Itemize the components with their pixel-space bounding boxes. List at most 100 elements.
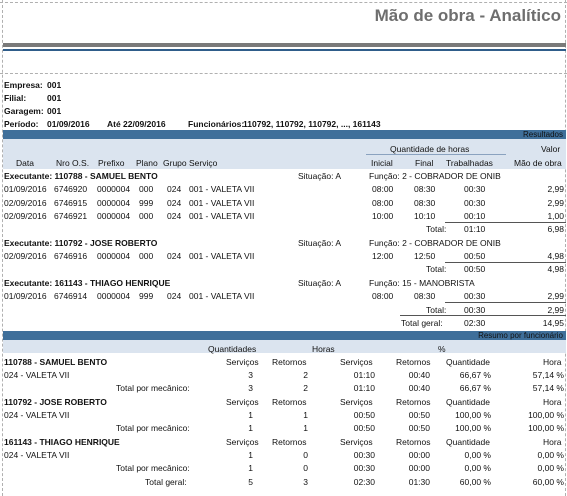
- cell-servicos: 3: [248, 370, 253, 380]
- cell-inicial: 08:00: [372, 291, 394, 301]
- empresa-value: 001: [47, 80, 62, 90]
- col-quantidade: Quantidade: [446, 397, 490, 407]
- cell-horas-retornos: 00:40: [408, 383, 430, 393]
- cell-servicos: 1: [248, 423, 253, 433]
- cell-pct-hora: 100,00 %: [528, 423, 564, 433]
- col-trabalhadas: Trabalhadas: [446, 158, 493, 168]
- cell-valor: 2,99: [547, 198, 564, 208]
- group-qh-underline: [366, 154, 506, 155]
- filial-value: 001: [47, 93, 62, 103]
- cell-valor: 4,98: [547, 251, 564, 261]
- cell-horas-servicos: 02:30: [353, 477, 375, 487]
- group-percentual: %: [438, 344, 446, 354]
- cell-grupo: 024: [167, 211, 182, 221]
- cell-horas-retornos: 00:00: [408, 450, 430, 460]
- subtotal-valor: 6,98: [547, 224, 564, 234]
- cell-horas-retornos: 00:50: [408, 423, 430, 433]
- col-servicos-horas: Serviços: [340, 437, 373, 447]
- subtotal-rule: [445, 302, 566, 303]
- funcionarios-value: 110792, 110792, 110792, ..., 161143: [243, 119, 381, 129]
- cell-os: 6746916: [54, 251, 88, 261]
- cell-servicos: 1: [248, 410, 253, 420]
- subtotal-valor: 2,99: [547, 305, 564, 315]
- page-guide-right: [565, 0, 566, 496]
- cell-trabalhadas: 00:30: [464, 184, 486, 194]
- cell-retornos: 1: [303, 423, 308, 433]
- col-prefixo: Prefixo: [98, 158, 125, 168]
- col-retornos: Retornos: [272, 437, 307, 447]
- cell-os: 6746921: [54, 211, 88, 221]
- cell-servicos: 1: [248, 463, 253, 473]
- cell-prefixo: 0000004: [97, 211, 131, 221]
- cell-retornos: 1: [303, 410, 308, 420]
- cell-pct-hora: 60,00 %: [532, 477, 564, 487]
- executante-label: Executante: 110788 - SAMUEL BENTO: [4, 171, 158, 181]
- resumo-nome: 110788 - SAMUEL BENTO: [4, 357, 108, 367]
- col-data: Data: [16, 158, 34, 168]
- cell-inicial: 08:00: [372, 198, 394, 208]
- cell-plano: 999: [139, 198, 154, 208]
- cell-horas-servicos: 00:30: [353, 450, 375, 460]
- cell-retornos: 0: [303, 463, 308, 473]
- executante-label: Executante: 110792 - JOSE ROBERTO: [4, 238, 158, 248]
- col-grupo: Grupo: [163, 158, 187, 168]
- page-guide-left: [2, 0, 3, 496]
- cell-pct-hora: 0,00 %: [537, 463, 564, 473]
- cell-final: 10:10: [414, 211, 436, 221]
- cell-grupo: 024: [167, 251, 182, 261]
- col-hora: Hora: [543, 397, 562, 407]
- cell-valor: 1,00: [547, 211, 564, 221]
- garagem-label: Garagem:: [4, 106, 44, 116]
- cell-retornos: 0: [303, 450, 308, 460]
- cell-data: 02/09/2016: [4, 251, 47, 261]
- cell-horas-retornos: 01:30: [408, 477, 430, 487]
- group-quantidades: Quantidades: [208, 344, 257, 354]
- funcionarios-label: Funcionários:: [188, 119, 245, 129]
- executante-funcao: Função: 2 - COBRADOR DE ONIB: [369, 238, 501, 248]
- cell-data: 02/09/2016: [4, 211, 47, 221]
- col-final: Final: [415, 158, 434, 168]
- col-servicos-horas: Serviços: [340, 357, 373, 367]
- resumo-nome: 161143 - THIAGO HENRIQUE: [4, 437, 120, 447]
- periodo-start: 01/09/2016: [47, 119, 90, 129]
- cell-trabalhadas: 00:30: [464, 291, 486, 301]
- cell-horas-servicos: 00:50: [353, 423, 375, 433]
- total-mecanico-label: Total por mecânico:: [116, 423, 190, 433]
- executante-situacao: Situação: A: [298, 238, 342, 248]
- empresa-label: Empresa:: [4, 80, 43, 90]
- col-retornos-horas: Retornos: [396, 437, 431, 447]
- subtotal-rule: [445, 222, 566, 223]
- total-mecanico-label: Total por mecânico:: [116, 383, 190, 393]
- cell-horas-retornos: 00:00: [408, 463, 430, 473]
- col-quantidade: Quantidade: [446, 437, 490, 447]
- report-title: Mão de obra - Analítico: [374, 6, 561, 25]
- cell-valor: 2,99: [547, 291, 564, 301]
- cell-servicos: 5: [248, 477, 253, 487]
- cell-final: 12:50: [414, 251, 436, 261]
- cell-final: 08:30: [414, 184, 436, 194]
- cell-servico: 001 - VALETA VII: [189, 184, 255, 194]
- total-mecanico-label: Total por mecânico:: [116, 463, 190, 473]
- subtotal-label: Total:: [426, 305, 447, 315]
- title-rule: [3, 43, 566, 47]
- col-inicial: Inicial: [371, 158, 393, 168]
- col-quantidade: Quantidade: [446, 357, 490, 367]
- cell-retornos: 2: [303, 370, 308, 380]
- periodo-ate-label: Até: [107, 119, 121, 129]
- cell-horas-servicos: 00:50: [353, 410, 375, 420]
- cell-plano: 000: [139, 211, 154, 221]
- resumo-item: 024 - VALETA VII: [4, 370, 70, 380]
- cell-pct-hora: 100,00 %: [528, 410, 564, 420]
- cell-retornos: 2: [303, 383, 308, 393]
- cell-pct-quantidade: 0,00 %: [464, 463, 491, 473]
- col-hora: Hora: [543, 357, 562, 367]
- cell-plano: 999: [139, 291, 154, 301]
- col-servico: Serviço: [189, 158, 218, 168]
- cell-pct-quantidade: 66,67 %: [459, 370, 491, 380]
- cell-inicial: 08:00: [372, 184, 394, 194]
- cell-horas-servicos: 01:10: [353, 383, 375, 393]
- total-geral-trabalhadas: 02:30: [464, 318, 486, 328]
- cell-final: 08:30: [414, 198, 436, 208]
- subtotal-label: Total:: [426, 224, 447, 234]
- col-mao-de-obra: Mão de obra: [514, 158, 562, 168]
